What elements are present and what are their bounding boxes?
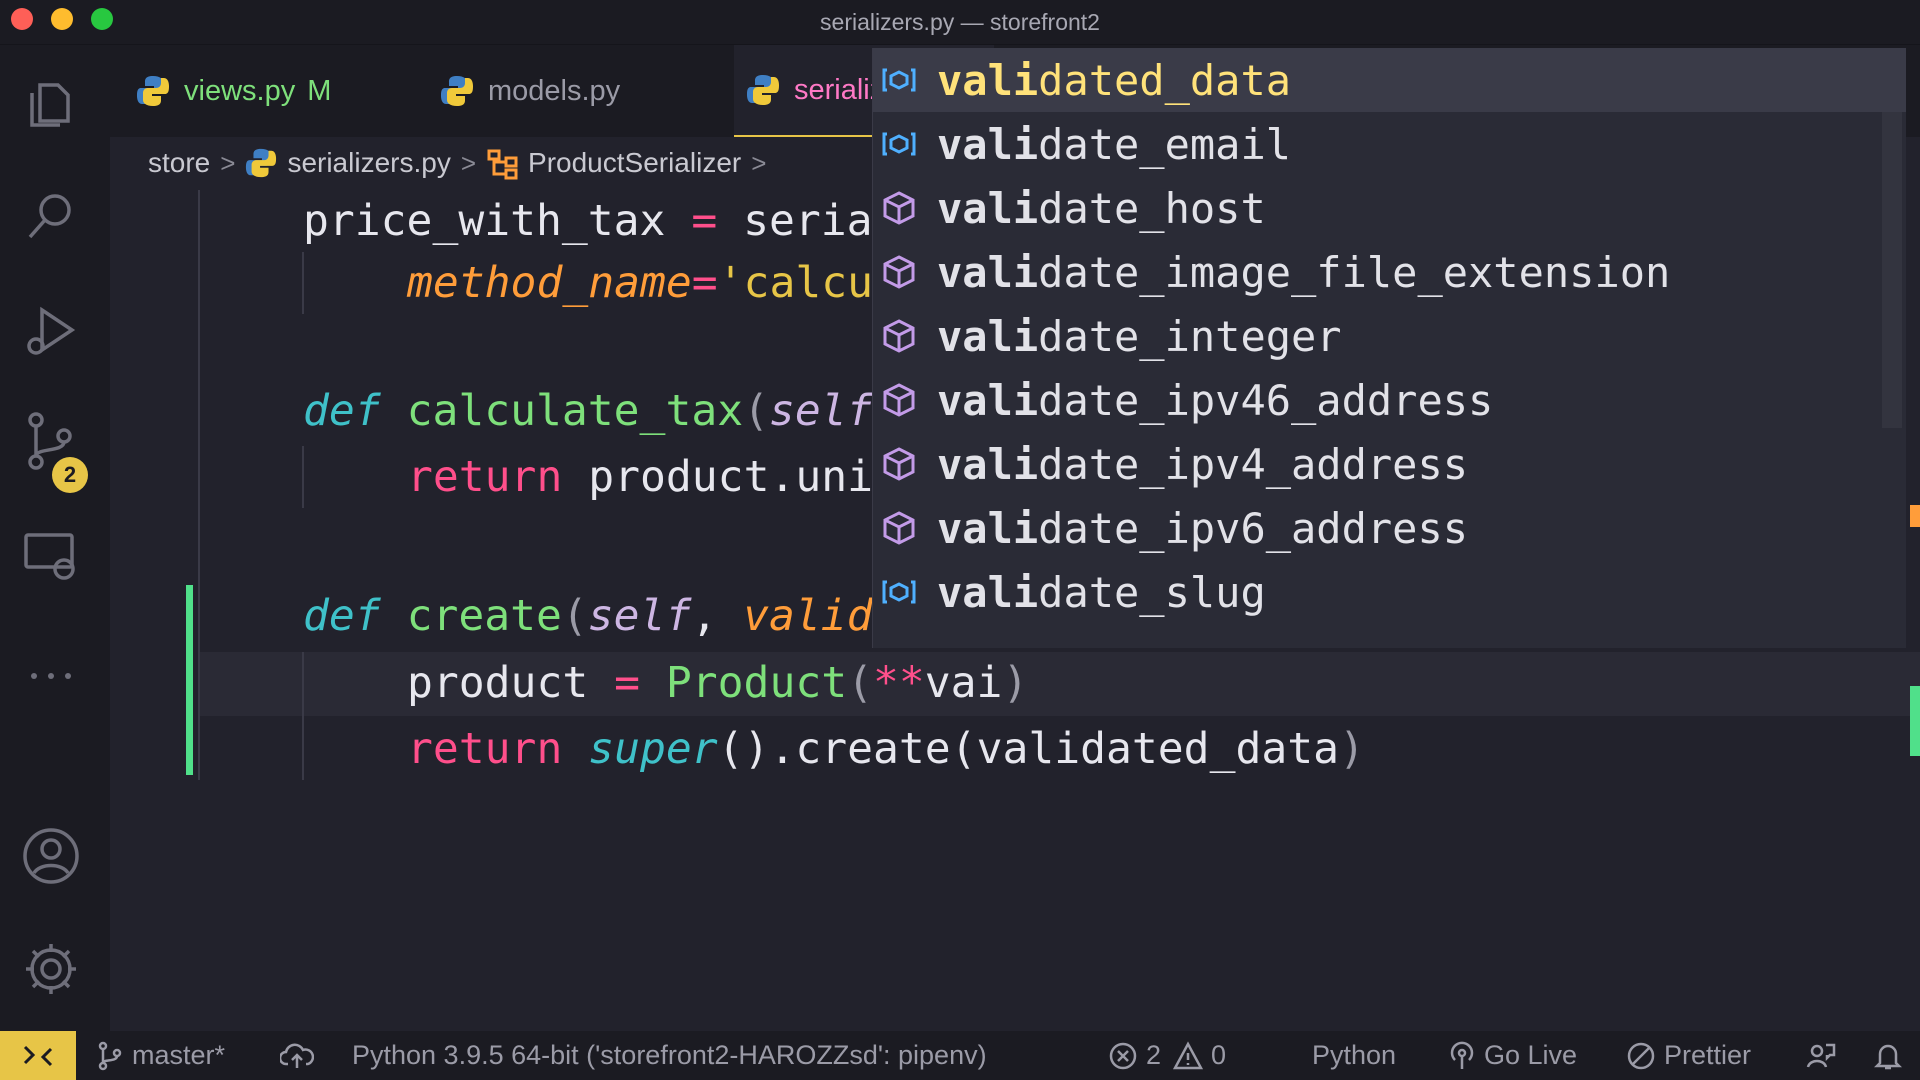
- module-icon: [883, 447, 915, 481]
- chevron-right-icon: >: [751, 147, 767, 178]
- cloud-upload-icon: [280, 1043, 314, 1068]
- python-interpreter[interactable]: Python 3.9.5 64-bit ('storefront2-HAROZZ…: [352, 1031, 987, 1080]
- error-icon: [1109, 1042, 1137, 1069]
- git-branch-icon: [98, 1041, 122, 1070]
- language-mode[interactable]: Python: [1312, 1031, 1396, 1080]
- warning-icon: [1173, 1040, 1204, 1069]
- window-title: serializers.py — storefront2: [820, 9, 1100, 35]
- suggestion-item[interactable]: vali date_host: [873, 176, 1906, 240]
- go-live-label: Go Live: [1484, 1040, 1578, 1070]
- editor-window: serializers.py — storefront2 2 views.py …: [0, 0, 1920, 1080]
- module-icon: [883, 383, 915, 417]
- python-file-icon: [747, 75, 779, 105]
- suggestion-item[interactable]: vali date_ipv6_address: [873, 496, 1906, 560]
- branch-indicator[interactable]: master*: [96, 1031, 225, 1080]
- breadcrumb-folder[interactable]: store: [148, 147, 210, 179]
- notifications-button[interactable]: [1874, 1031, 1910, 1080]
- title-bar: serializers.py — storefront2: [0, 0, 1920, 45]
- breadcrumb-class[interactable]: ProductSerializer: [528, 147, 741, 179]
- breadcrumb: store > serializers.py > ProductSerializ…: [148, 140, 776, 186]
- go-live-button[interactable]: Go Live: [1448, 1031, 1577, 1080]
- class-icon: [487, 149, 518, 180]
- prettier-button[interactable]: Prettier: [1626, 1031, 1751, 1080]
- account-icon[interactable]: [20, 825, 82, 887]
- module-icon: [883, 319, 915, 353]
- indent-guide: [302, 446, 304, 508]
- module-icon: [883, 511, 915, 545]
- more-actions-icon[interactable]: [20, 645, 82, 707]
- indent-guide: [198, 190, 200, 780]
- suggestion-item[interactable]: vali date_image_file_extension: [873, 240, 1906, 304]
- tab-models-py[interactable]: models.py: [440, 45, 620, 137]
- breadcrumb-file[interactable]: serializers.py: [287, 147, 450, 179]
- search-icon[interactable]: [20, 185, 82, 247]
- code-line: return product.uni: [407, 452, 874, 502]
- sync-button[interactable]: [280, 1031, 322, 1080]
- tab-label: views.py: [184, 74, 296, 107]
- variable-icon: [882, 580, 916, 604]
- code-line-current: product = Product(**vai): [407, 658, 1029, 708]
- chevron-right-icon: >: [460, 147, 477, 178]
- overview-ruler-change: [1910, 686, 1920, 756]
- module-icon: [883, 255, 915, 289]
- suggestion-item[interactable]: vali date_ipv46_address: [873, 368, 1906, 432]
- modified-indicator: M: [307, 74, 332, 107]
- code-line: price_with_tax = seria: [303, 196, 873, 246]
- prettier-disabled-icon: [1627, 1042, 1655, 1069]
- tab-views-py[interactable]: views.py M: [136, 45, 331, 137]
- run-debug-icon[interactable]: [20, 300, 82, 362]
- error-count: 2: [1146, 1040, 1162, 1070]
- bell-icon: [1874, 1044, 1902, 1069]
- code-line: method_name='calcu: [407, 258, 874, 308]
- suggestion-item[interactable]: vali date_slug: [873, 560, 1906, 624]
- remote-explorer-icon[interactable]: [20, 525, 82, 587]
- remote-indicator-button[interactable]: [0, 1031, 76, 1080]
- explorer-icon[interactable]: [20, 73, 82, 135]
- settings-gear-icon[interactable]: [20, 938, 82, 1000]
- autocomplete-suggestions[interactable]: vali dated_data vali date_email vali date_h…: [872, 48, 1906, 648]
- source-control-badge: 2: [52, 457, 88, 493]
- code-line: def calculate_tax(self: [303, 386, 873, 436]
- prettier-label: Prettier: [1664, 1040, 1752, 1070]
- overview-ruler-warning: [1910, 505, 1920, 527]
- suggestions-scrollbar[interactable]: [1882, 112, 1902, 428]
- branch-name: master*: [132, 1040, 226, 1070]
- problems-indicator[interactable]: 2 0: [1108, 1031, 1226, 1080]
- module-icon: [883, 191, 915, 225]
- tab-label: models.py: [488, 74, 621, 107]
- python-file-icon: [137, 76, 169, 106]
- warning-count: 0: [1211, 1040, 1227, 1070]
- feedback-button[interactable]: [1806, 1031, 1844, 1080]
- python-file-icon: [246, 148, 277, 178]
- indent-guide: [302, 652, 304, 780]
- feedback-icon: [1806, 1043, 1836, 1068]
- remote-icon: [23, 1045, 53, 1066]
- code-line: def create(self, valid: [303, 591, 873, 641]
- variable-icon: [882, 68, 916, 92]
- gutter-modified-marker: [186, 585, 193, 775]
- chevron-right-icon: >: [220, 147, 236, 178]
- status-bar: master* Python 3.9.5 64-bit ('storefront…: [0, 1031, 1920, 1080]
- activity-bar: 2: [0, 45, 110, 1031]
- suggestion-item[interactable]: vali dated_data: [873, 48, 1906, 112]
- suggestion-item[interactable]: vali date_email: [873, 112, 1906, 176]
- code-line: return super().create(validated_data): [407, 724, 1365, 774]
- suggestion-item[interactable]: vali date_ipv4_address: [873, 432, 1906, 496]
- broadcast-icon: [1450, 1041, 1474, 1069]
- python-file-icon: [441, 76, 473, 106]
- variable-icon: [882, 132, 916, 156]
- suggestion-item[interactable]: vali date_integer: [873, 304, 1906, 368]
- indent-guide: [302, 252, 304, 314]
